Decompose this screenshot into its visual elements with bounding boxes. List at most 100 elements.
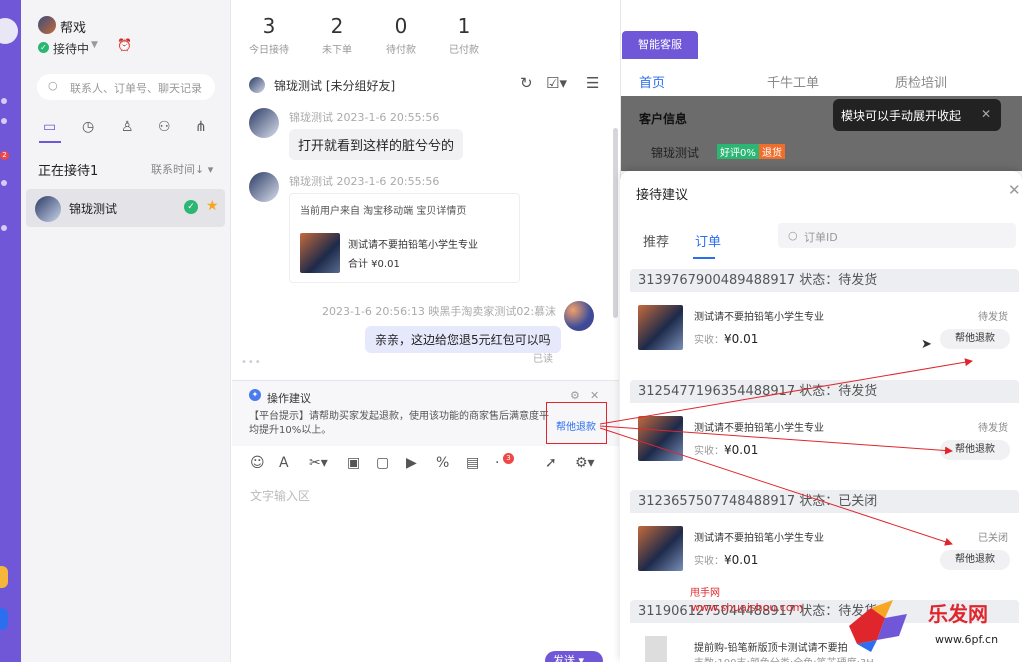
search-input[interactable]: ○ 联系人、订单号、聊天记录: [37, 74, 215, 100]
rail-nav-icon[interactable]: [1, 225, 7, 231]
refresh-icon[interactable]: ↻: [520, 74, 533, 92]
font-icon[interactable]: A: [279, 455, 289, 471]
clipboard-icon[interactable]: ▤: [466, 455, 479, 471]
close-icon[interactable]: ✕: [590, 389, 599, 402]
scissors-icon[interactable]: ✂▾: [309, 455, 328, 471]
close-icon[interactable]: ✕: [1008, 181, 1021, 199]
task-icon[interactable]: ☑▾: [546, 74, 567, 92]
order-status: 待发货: [978, 312, 1008, 323]
status-check-icon: ✓: [38, 42, 49, 53]
price-value: ¥0.01: [724, 443, 759, 457]
refund-button[interactable]: 帮他退款: [940, 440, 1010, 460]
rail-nav-icon[interactable]: [1, 118, 7, 124]
tab-underline: [693, 257, 715, 259]
chat-scrollbar[interactable]: [613, 128, 618, 318]
read-receipt: 已读: [533, 354, 553, 365]
order-item: 3125477196354488917 状态：待发货 测试请不要拍铅笔小学生专业…: [630, 380, 1019, 481]
order-header: 3123657507748488917 状态：已关闭: [630, 490, 1019, 513]
rail-app-icon[interactable]: [0, 608, 8, 630]
contact-name: 锦珑测试: [69, 202, 118, 216]
message-input[interactable]: 文字输入区: [250, 487, 310, 504]
tab-recommend[interactable]: 推荐: [643, 231, 669, 250]
order-price: 实收：¥0.01: [694, 331, 758, 346]
watermark-logo: [849, 600, 907, 652]
image-icon[interactable]: ▣: [347, 455, 360, 471]
toolbar-badge: 3: [503, 453, 514, 464]
watermark-url: www.shuaishou.com: [691, 601, 804, 614]
stat-no-order: 2 未下单: [307, 14, 367, 56]
nav-training[interactable]: 质检培训: [895, 72, 947, 91]
message-meta: 锦珑测试 2023-1-6 20:55:56: [289, 175, 440, 188]
nav-home[interactable]: 首页: [639, 72, 665, 91]
history-tab-icon[interactable]: ◷: [82, 119, 94, 135]
rail-nav-icon[interactable]: [1, 98, 7, 104]
stat-num: 0: [394, 14, 408, 38]
quick-reply-icon[interactable]: ⚙▾: [575, 455, 595, 471]
rail-avatar[interactable]: [0, 18, 18, 44]
product-image: [300, 233, 340, 273]
file-icon[interactable]: ▢: [376, 455, 389, 471]
refund-button[interactable]: 帮他退款: [940, 550, 1010, 570]
watermark-site: www.6pf.cn: [935, 633, 999, 646]
star-icon[interactable]: ★: [206, 198, 219, 214]
stat-paid: 1 已付款: [434, 14, 494, 56]
order-item: 3123657507748488917 状态：已关闭 测试请不要拍铅笔小学生专业…: [630, 490, 1019, 591]
tab-underline: [39, 141, 61, 143]
rail-nav-icon[interactable]: [1, 180, 7, 186]
video-icon[interactable]: ▶: [406, 455, 417, 471]
chat-tab-icon[interactable]: ▭: [43, 119, 56, 135]
seller-avatar: [564, 301, 594, 331]
order-title: 测试请不要拍铅笔小学生专业: [694, 312, 824, 323]
more-icon[interactable]: ·: [495, 455, 499, 471]
emoji-icon[interactable]: ☺: [250, 455, 265, 471]
message-bubble: 打开就看到这样的脏兮兮的: [289, 129, 464, 160]
close-icon[interactable]: ✕: [981, 107, 991, 121]
stat-label: 待付款: [386, 45, 416, 56]
user-tab-icon[interactable]: ♙: [121, 119, 134, 135]
return-badge: 退货: [759, 144, 785, 159]
tooltip-text: 模块可以手动展开收起: [841, 109, 962, 123]
my-avatar[interactable]: [38, 16, 56, 34]
status-label[interactable]: 接待中: [53, 40, 89, 57]
rail-app-icon[interactable]: [0, 566, 8, 588]
menu-icon[interactable]: ☰: [586, 74, 599, 92]
coupon-icon[interactable]: %: [436, 455, 449, 471]
stat-num: 3: [262, 14, 276, 38]
chat-avatar: [249, 77, 265, 93]
search-icon: ○: [48, 79, 58, 92]
alarm-icon[interactable]: ⏰: [117, 38, 132, 52]
sort-dropdown[interactable]: 联系时间↓ ▾: [151, 161, 213, 177]
mouse-cursor-icon: ➤: [921, 337, 932, 352]
product-card[interactable]: 当前用户来自 淘宝移动端 宝贝详情页 测试请不要拍铅笔小学生专业 合计 ¥0.0…: [289, 193, 520, 283]
chevron-down-icon[interactable]: ▼: [91, 40, 98, 50]
order-image: [645, 636, 667, 662]
order-image: [638, 305, 683, 350]
settings-icon[interactable]: ⚙: [570, 389, 580, 402]
order-header: 3125477196354488917 状态：待发货: [630, 380, 1019, 403]
chat-title: 锦珑测试 [未分组好友]: [274, 79, 396, 93]
send-button[interactable]: 发送 ▾: [545, 651, 603, 662]
order-header: 3139767900489488917 状态：待发货: [630, 269, 1019, 292]
contact-item[interactable]: 锦珑测试 ✓ ★: [26, 189, 225, 227]
refund-button[interactable]: 帮他退款: [940, 329, 1010, 349]
order-search-input[interactable]: ○ 订单ID: [778, 223, 1016, 248]
search-icon: ○: [788, 229, 798, 242]
buyer-avatar: [249, 172, 279, 202]
nav-tickets[interactable]: 千牛工单: [767, 72, 819, 91]
price-label: 实收：: [694, 335, 724, 346]
group-tab-icon[interactable]: ⚇: [158, 119, 171, 135]
tab-orders[interactable]: 订单: [695, 231, 721, 250]
stat-label: 未下单: [322, 45, 352, 56]
order-title: 测试请不要拍铅笔小学生专业: [694, 533, 824, 544]
suggestion-title: 操作建议: [267, 392, 311, 405]
order-status: 待发货: [978, 423, 1008, 434]
loading-dots: •••: [241, 357, 262, 368]
team-tab-icon[interactable]: ⋔: [195, 119, 207, 135]
stat-pending-pay: 0 待付款: [371, 14, 431, 56]
tab-smart-service[interactable]: 智能客服: [622, 31, 698, 59]
card-title: 测试请不要拍铅笔小学生专业: [348, 240, 478, 251]
price-value: ¥0.01: [724, 332, 759, 346]
order-status: 已关闭: [978, 533, 1008, 544]
stat-today: 3 今日接待: [239, 14, 299, 56]
share-icon[interactable]: ➚: [545, 455, 557, 471]
